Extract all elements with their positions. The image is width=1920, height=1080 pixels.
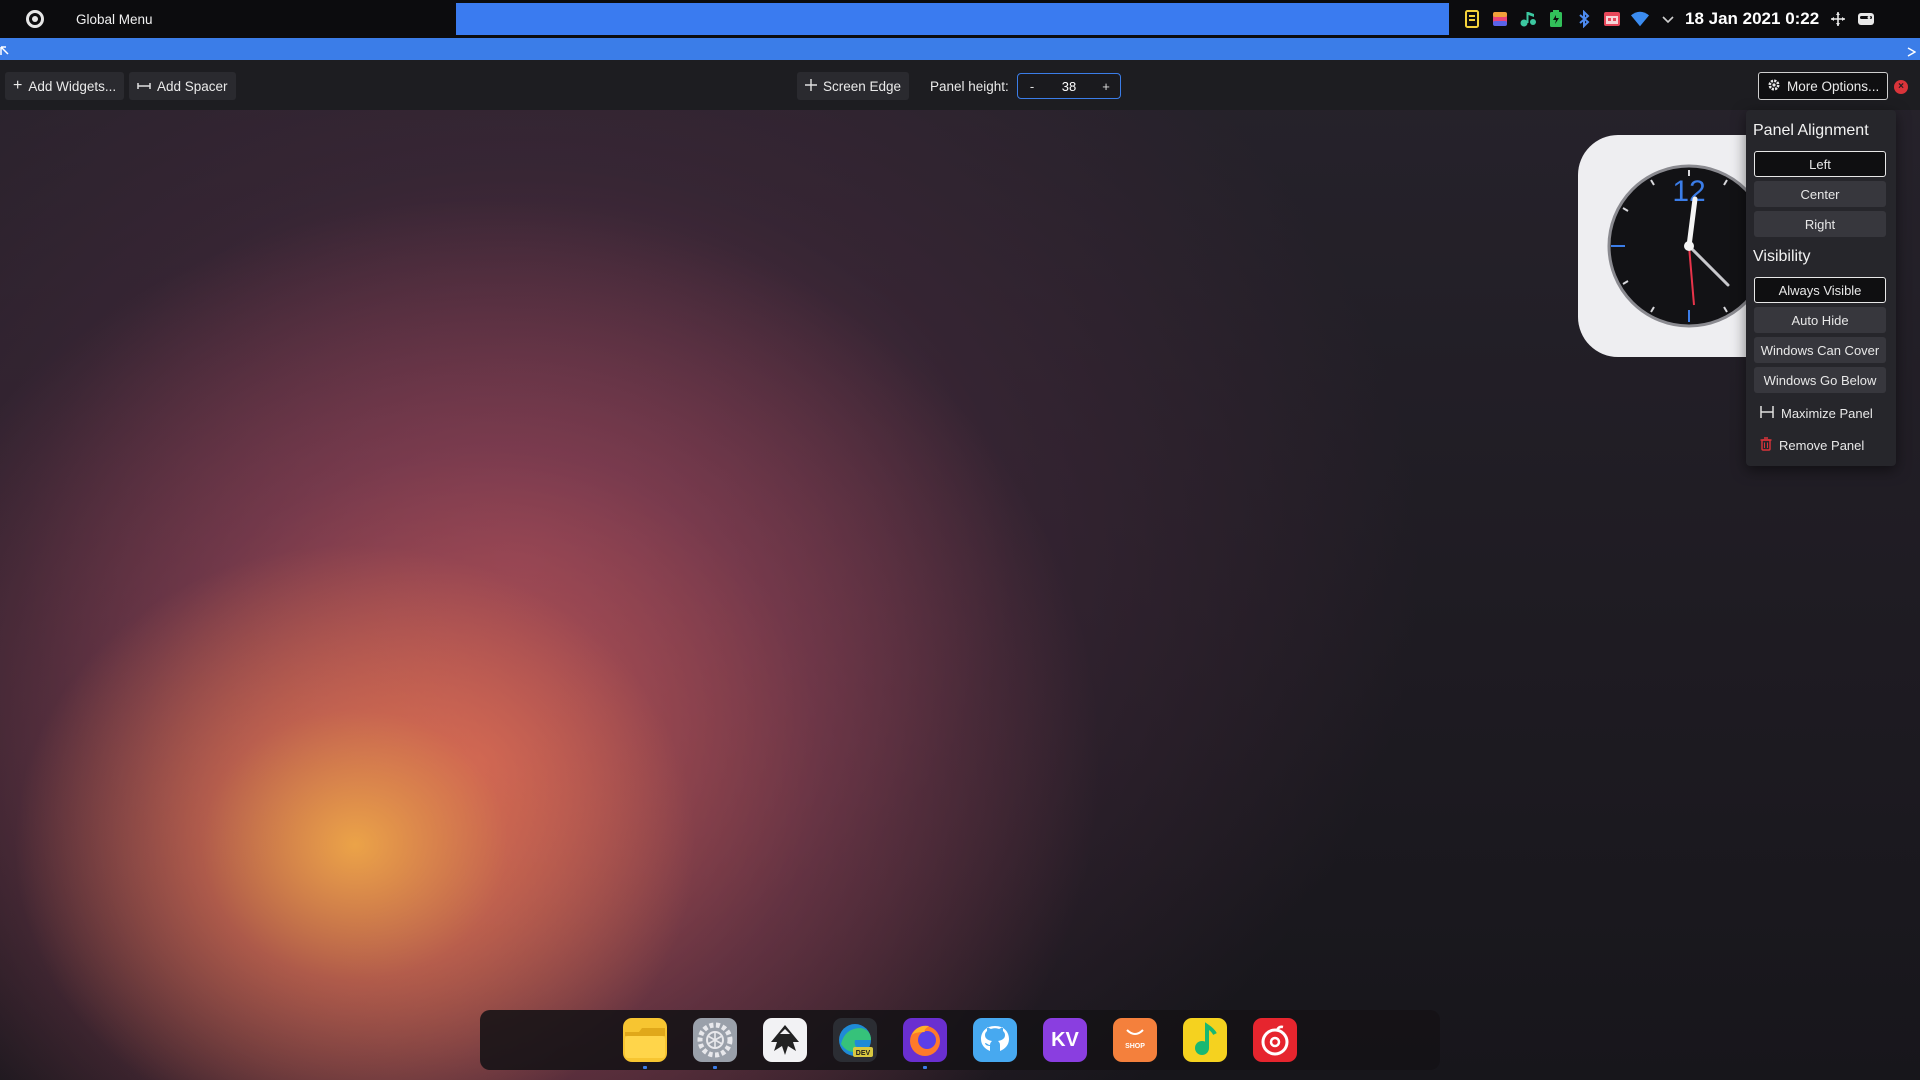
maximize-panel-button[interactable]: Maximize Panel	[1754, 400, 1886, 426]
close-edit-mode-icon[interactable]: ×	[1894, 80, 1908, 94]
visibility-heading: Visibility	[1753, 248, 1811, 265]
inkscape-icon[interactable]	[763, 1018, 807, 1062]
dev-badge-text: DEV	[856, 1050, 871, 1057]
calendar-icon[interactable]	[1603, 10, 1621, 28]
alignment-left-option[interactable]: Left	[1754, 151, 1886, 177]
github-desktop-icon[interactable]	[973, 1018, 1017, 1062]
remove-panel-button[interactable]: Remove Panel	[1754, 432, 1886, 458]
running-indicator	[643, 1066, 647, 1069]
panel-height-label: Panel height:	[930, 79, 1009, 94]
panel-edit-toolbar: + Add Widgets... Add Spacer Screen Edge …	[0, 60, 1920, 110]
launcher-icon	[26, 10, 44, 28]
notes-icon[interactable]	[1463, 10, 1481, 28]
running-indicator	[713, 1066, 717, 1069]
panel-clock[interactable]: 18 Jan 2021 0:22	[1685, 9, 1819, 29]
spacer-icon	[137, 79, 151, 94]
window-title-area[interactable]	[456, 3, 1449, 35]
firefox-icon[interactable]	[903, 1018, 947, 1062]
screen-edge-label: Screen Edge	[823, 78, 902, 94]
panel-alignment-heading: Panel Alignment	[1753, 122, 1869, 139]
system-settings-icon[interactable]	[693, 1018, 737, 1062]
add-widgets-button[interactable]: + Add Widgets...	[5, 72, 125, 100]
panel-height-decrease-button[interactable]: -	[1026, 79, 1038, 94]
panel-height-increase-button[interactable]: +	[1100, 79, 1112, 94]
app-store-icon[interactable]: SHOP	[1113, 1018, 1157, 1062]
top-panel: Global Menu 18 Jan 2021 0:22	[0, 0, 1920, 38]
battery-icon[interactable]	[1547, 10, 1565, 28]
maximize-icon	[1760, 405, 1774, 422]
shop-label: SHOP	[1125, 1043, 1145, 1050]
gear-icon	[1767, 78, 1781, 95]
remove-panel-label: Remove Panel	[1779, 437, 1865, 453]
panel-height-value[interactable]: 38	[1062, 79, 1076, 94]
add-spacer-button[interactable]: Add Spacer	[129, 72, 236, 100]
running-indicator	[923, 1066, 927, 1069]
panel-settings-icon[interactable]	[1857, 10, 1875, 28]
windows-go-below-option[interactable]: Windows Go Below	[1754, 367, 1886, 393]
system-tray	[1463, 10, 1677, 28]
kv-app-icon[interactable]: KV	[1043, 1018, 1087, 1062]
netease-music-icon[interactable]	[1253, 1018, 1297, 1062]
colorful-app-icon[interactable]	[1491, 10, 1509, 28]
music-app-icon[interactable]	[1183, 1018, 1227, 1062]
dock: DEV KV SHOP	[480, 1010, 1440, 1070]
always-visible-option[interactable]: Always Visible	[1754, 277, 1886, 303]
panel-edit-strip[interactable]	[0, 38, 1920, 60]
resize-handle-left-icon[interactable]	[0, 46, 12, 58]
wifi-icon[interactable]	[1631, 10, 1649, 28]
more-options-button[interactable]: More Options...	[1758, 72, 1889, 100]
global-menu[interactable]: Global Menu	[76, 12, 456, 27]
app-launcher-button[interactable]	[18, 0, 52, 38]
audio-icon[interactable]	[1519, 10, 1537, 28]
panel-height-spinbox[interactable]: - 38 +	[1017, 73, 1121, 99]
add-spacer-label: Add Spacer	[157, 78, 228, 94]
move-arrows-icon	[805, 78, 817, 94]
alignment-right-option[interactable]: Right	[1754, 211, 1886, 237]
clock-numeral-12: 12	[1672, 175, 1705, 208]
maximize-panel-label: Maximize Panel	[1781, 405, 1873, 421]
move-icon[interactable]	[1829, 10, 1847, 28]
add-widgets-label: Add Widgets...	[28, 78, 117, 94]
trash-icon	[1760, 436, 1772, 454]
alignment-center-option[interactable]: Center	[1754, 181, 1886, 207]
expand-tray-icon[interactable]	[1659, 10, 1677, 28]
screen-edge-button[interactable]: Screen Edge	[797, 72, 910, 100]
windows-can-cover-option[interactable]: Windows Can Cover	[1754, 337, 1886, 363]
plus-icon: +	[13, 77, 23, 94]
bluetooth-icon[interactable]	[1575, 10, 1593, 28]
files-app-icon[interactable]	[623, 1018, 667, 1062]
auto-hide-option[interactable]: Auto Hide	[1754, 307, 1886, 333]
more-options-label: More Options...	[1787, 78, 1880, 94]
more-options-menu: Panel Alignment Left Center Right Visibi…	[1746, 110, 1896, 466]
resize-handle-right-icon[interactable]	[1906, 46, 1918, 58]
edge-dev-icon[interactable]: DEV	[833, 1018, 877, 1062]
